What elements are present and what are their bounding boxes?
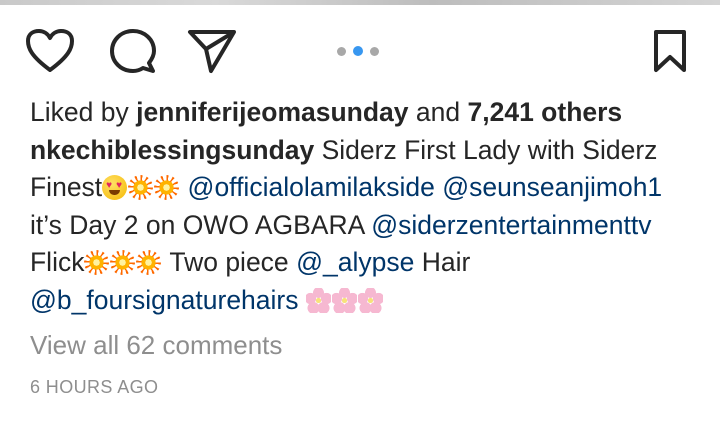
carousel-indicator [337, 46, 379, 56]
liker-username[interactable]: jenniferijeomasunday [136, 97, 408, 127]
collision-emoji-icon [128, 175, 154, 200]
likes-count[interactable]: 7,241 others [468, 97, 623, 127]
carousel-dot [370, 46, 379, 56]
view-all-comments-link[interactable]: View all 62 comments [30, 330, 282, 361]
bookmark-icon [654, 30, 686, 72]
post-caption: nkechiblessingsunday Siderz First Lady w… [30, 132, 700, 320]
cherry-blossom-emoji-icon [357, 287, 383, 313]
mention-link[interactable]: @_alypse [296, 247, 414, 277]
caption-text: Flick [30, 247, 85, 277]
comment-button[interactable] [107, 25, 159, 77]
caption-text: it’s Day 2 on OWO AGBARA [30, 209, 364, 240]
cherry-blossom-emoji-icon [331, 287, 357, 313]
caption-text: Hair [421, 247, 471, 277]
comment-bubble-icon [110, 29, 156, 73]
heart-eyes-emoji-icon: ♥ ♥ [102, 175, 128, 200]
paper-plane-icon [188, 30, 236, 73]
mention-link[interactable]: @officialolamilakside [188, 172, 435, 202]
mention-link[interactable]: @seunseanjimoh1 [442, 172, 662, 202]
share-button[interactable] [186, 25, 238, 77]
likes-summary[interactable]: Liked by jenniferijeomasunday and 7,241 … [30, 94, 700, 132]
collision-emoji-icon [154, 175, 180, 200]
like-button[interactable] [24, 25, 76, 77]
caption-text: Two piece [169, 247, 289, 277]
mention-link[interactable]: @siderzentertainmenttv [371, 210, 651, 240]
carousel-dot [337, 46, 346, 56]
heart-icon [26, 29, 74, 72]
collision-emoji-icon [110, 250, 136, 275]
post-caption-section: Liked by jenniferijeomasunday and 7,241 … [30, 94, 700, 319]
collision-emoji-icon [136, 250, 162, 275]
likes-prefix: Liked by [30, 97, 129, 127]
mention-link[interactable]: @b_foursignaturehairs [30, 285, 299, 315]
collision-emoji-icon [84, 250, 110, 275]
likes-connector: and [415, 97, 461, 127]
post-timestamp: 6 HOURS AGO [30, 377, 159, 397]
save-button[interactable] [644, 25, 696, 77]
post-action-bar [0, 5, 720, 93]
author-username[interactable]: nkechiblessingsunday [30, 135, 314, 165]
cherry-blossom-emoji-icon [305, 287, 331, 313]
carousel-dot-active [353, 46, 363, 56]
